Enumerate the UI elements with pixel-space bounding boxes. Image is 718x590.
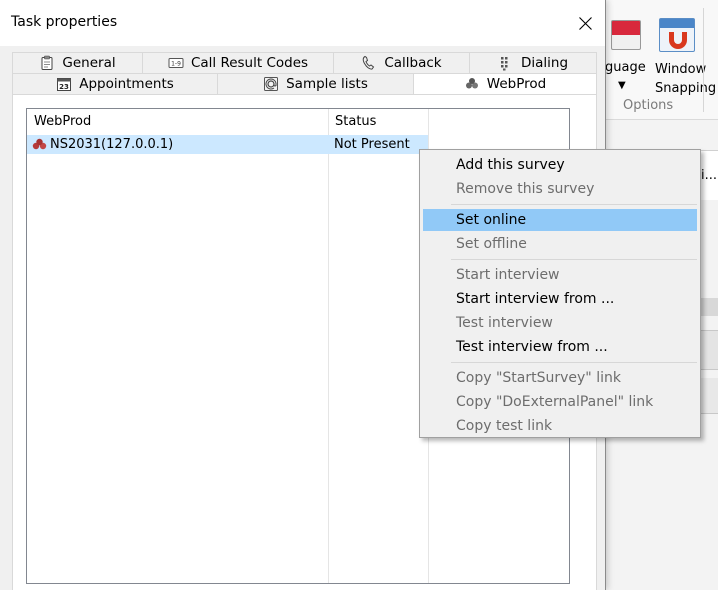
column-divider — [328, 109, 329, 583]
tab-label: Sample lists — [286, 76, 368, 92]
list-header: WebProd Status — [27, 109, 569, 134]
phone-icon — [361, 55, 377, 71]
menu-item-remove-survey[interactable]: Remove this survey — [423, 178, 697, 200]
codes-icon: 1-9 — [168, 55, 184, 71]
close-icon — [578, 16, 592, 30]
window-snapping-button[interactable]: Window Snapping — [655, 60, 717, 98]
column-header-webprod[interactable]: WebProd — [27, 109, 328, 134]
window-snapping-icon[interactable] — [659, 18, 695, 52]
tab-dialing[interactable]: Dialing — [470, 52, 597, 73]
svg-text:1-9: 1-9 — [171, 61, 181, 68]
window-snapping-label-line1: Window — [655, 62, 707, 77]
tab-row-1: General 1-9 Call Result Codes Callback D… — [12, 52, 597, 73]
webprod-server-icon — [32, 138, 47, 150]
menu-separator — [451, 362, 697, 363]
menu-separator — [451, 204, 697, 205]
tab-label: Call Result Codes — [190, 55, 309, 71]
menu-item-copy-doexternalpanel-link[interactable]: Copy "DoExternalPanel" link — [423, 391, 697, 413]
tab-callback[interactable]: Callback — [334, 52, 470, 73]
menu-item-copy-startsurvey-link[interactable]: Copy "StartSurvey" link — [423, 367, 697, 389]
clipboard-icon — [39, 55, 55, 71]
calendar-icon: 23 — [56, 76, 72, 92]
tab-general[interactable]: General — [12, 52, 143, 73]
ribbon-group-options: Options — [623, 98, 674, 113]
menu-separator — [451, 259, 697, 260]
tab-label: General — [62, 55, 116, 71]
menu-item-start-interview-from[interactable]: Start interview from ... — [423, 288, 697, 310]
language-flag-icon[interactable] — [611, 20, 641, 50]
column-header-status[interactable]: Status — [328, 109, 428, 134]
row-status: Not Present — [334, 137, 410, 152]
tab-appointments[interactable]: 23 Appointments — [12, 73, 218, 94]
language-button-label[interactable]: guage — [605, 60, 646, 75]
menu-item-copy-test-link[interactable]: Copy test link — [423, 415, 697, 437]
menu-item-set-online[interactable]: Set online — [423, 209, 697, 231]
ribbon: guage ▼ Window Snapping Options — [605, 0, 718, 120]
language-dropdown-arrow-icon[interactable]: ▼ — [618, 80, 626, 91]
tab-webprod[interactable]: WebProd — [414, 73, 597, 94]
tab-label: Appointments — [79, 76, 174, 92]
tab-label: WebProd — [486, 76, 547, 92]
context-menu: Add this survey Remove this survey Set o… — [419, 149, 701, 438]
close-button[interactable] — [566, 6, 604, 40]
menu-item-test-interview-from[interactable]: Test interview from ... — [423, 336, 697, 358]
tab-call-result-codes[interactable]: 1-9 Call Result Codes — [143, 52, 334, 73]
dialog-title: Task properties — [11, 14, 118, 30]
webprod-icon — [464, 76, 480, 92]
menu-item-add-survey[interactable]: Add this survey — [423, 154, 697, 176]
window-snapping-label-line2: Snapping — [655, 81, 717, 96]
menu-item-set-offline[interactable]: Set offline — [423, 233, 697, 255]
menu-item-test-interview[interactable]: Test interview — [423, 312, 697, 334]
ribbon-separator — [703, 8, 704, 112]
tab-label: Callback — [384, 55, 442, 71]
screen: guage ▼ Window Snapping Options i... Tas… — [0, 0, 718, 590]
calendar-day-text: 23 — [59, 83, 69, 91]
table-row[interactable]: NS2031(127.0.0.1) Not Present — [27, 135, 428, 154]
dialog-titlebar[interactable]: Task properties — [0, 0, 605, 46]
tab-label: Dialing — [520, 55, 569, 71]
email-icon — [263, 76, 279, 92]
tab-sample-lists[interactable]: Sample lists — [218, 73, 414, 94]
tab-row-2: 23 Appointments Sample lists WebProd — [12, 73, 597, 94]
dialpad-icon — [498, 55, 514, 71]
row-webprod-name: NS2031(127.0.0.1) — [50, 137, 174, 152]
background-truncated-text: i... — [701, 168, 718, 183]
menu-item-start-interview[interactable]: Start interview — [423, 264, 697, 286]
